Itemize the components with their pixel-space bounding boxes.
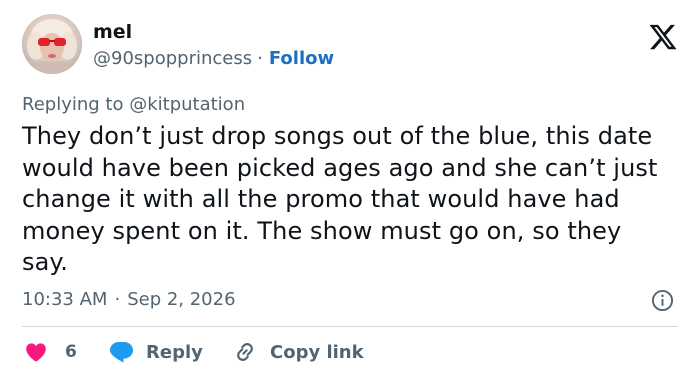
link-icon xyxy=(237,343,253,361)
heart-icon xyxy=(26,343,46,362)
tweet-timestamp[interactable]: 10:33 AM · Sep 2, 2026 xyxy=(22,288,236,312)
tweet-actions: 6 Reply Copy link xyxy=(22,336,678,368)
timestamp-separator: · xyxy=(114,289,121,310)
user-handle[interactable]: @90spopprincess xyxy=(93,48,252,69)
tweet-header: mel @90spopprincess · Follow xyxy=(22,14,678,74)
replying-to: Replying to @kitputation xyxy=(22,93,245,117)
tweet-text: They don’t just drop songs out of the bl… xyxy=(22,122,658,276)
like-button[interactable]: 6 xyxy=(24,336,77,368)
x-logo-icon[interactable] xyxy=(648,22,678,52)
avatar-image xyxy=(22,14,82,74)
copy-link-label: Copy link xyxy=(270,341,364,363)
user-info: mel @90spopprincess · Follow xyxy=(93,20,543,71)
speech-bubble-icon xyxy=(110,342,133,363)
avatar[interactable] xyxy=(22,14,82,74)
display-name[interactable]: mel xyxy=(93,20,543,44)
handle-line: @90spopprincess · Follow xyxy=(93,47,543,71)
replying-to-mention[interactable]: @kitputation xyxy=(129,94,245,115)
tweet-card: mel @90spopprincess · Follow Replying to @… xyxy=(0,0,700,379)
divider xyxy=(22,326,678,327)
copy-link-button[interactable]: Copy link xyxy=(232,336,364,368)
like-count: 6 xyxy=(65,342,77,362)
replying-to-prefix: Replying to xyxy=(22,94,124,115)
follow-button[interactable]: Follow xyxy=(269,48,334,69)
reply-label: Reply xyxy=(146,341,203,363)
info-icon[interactable] xyxy=(651,289,674,312)
tweet-date: Sep 2, 2026 xyxy=(127,289,236,310)
reply-button[interactable]: Reply xyxy=(108,336,203,368)
tweet-time: 10:33 AM xyxy=(22,289,108,310)
separator-dot: · xyxy=(257,48,263,69)
